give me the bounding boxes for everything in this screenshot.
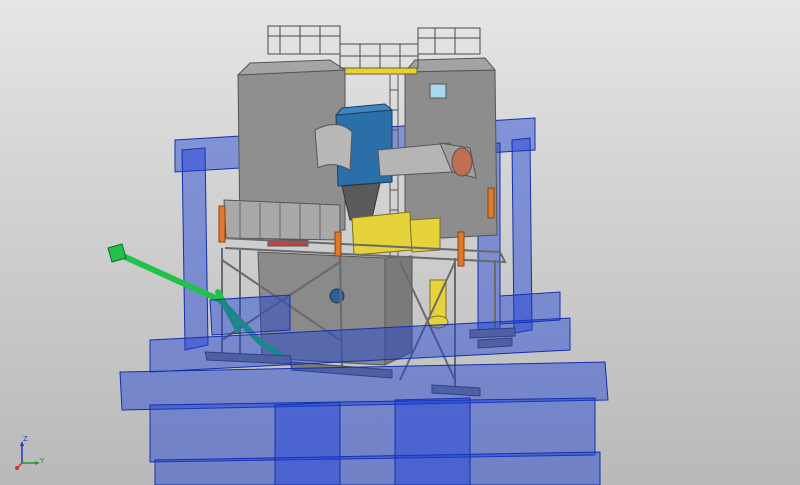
exhaust-duct [377,142,477,179]
axis-triad: Z Y [10,436,50,472]
roof-walkway [344,67,418,75]
axis-triad-icon [15,441,40,470]
plant-model-scene[interactable] [0,0,800,485]
gauge-icon [329,288,345,304]
3d-viewport[interactable]: Z Y [0,0,800,485]
axis-y-label: Y [40,457,45,465]
axis-z-label: Z [23,435,28,443]
curved-duct [314,124,353,171]
window-panel [429,83,447,99]
